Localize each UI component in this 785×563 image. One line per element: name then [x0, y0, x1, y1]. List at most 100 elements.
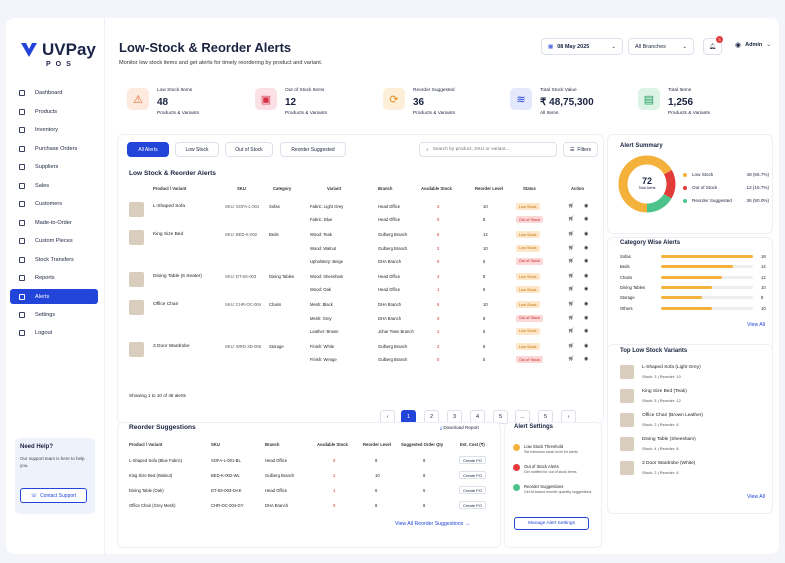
- eye-icon[interactable]: ◉: [584, 203, 589, 209]
- kpi-sub: All Items: [540, 111, 559, 116]
- variant-cell: Wood: Oak: [310, 287, 331, 293]
- eye-icon[interactable]: ◉: [584, 216, 589, 222]
- cart-icon[interactable]: 🛒︎: [568, 245, 574, 251]
- reorder-product: L-Shaped Sofa (Blue Fabric): [129, 458, 183, 463]
- sidebar-item-made-to-order[interactable]: Made-to-Order: [10, 215, 98, 229]
- eye-icon[interactable]: ◉: [584, 273, 589, 279]
- sidebar-item-logout[interactable]: Logout: [10, 326, 98, 340]
- kpi-label: Reorder Suggested: [413, 88, 455, 93]
- view-all-reorder-link[interactable]: View All Reorder Suggestions →: [395, 521, 470, 527]
- tab-reorder-suggested[interactable]: Reorder Suggested: [280, 142, 346, 157]
- eye-icon[interactable]: ◉: [584, 231, 589, 237]
- stock-cell: 2: [437, 245, 440, 251]
- create-po-button[interactable]: Create PO: [459, 501, 486, 509]
- variant-cell: Fabric: Light Grey: [310, 204, 344, 209]
- contact-support-button[interactable]: ☏ Contact Support: [20, 488, 87, 503]
- eye-icon[interactable]: ◉: [584, 245, 589, 251]
- sidebar-item-sales[interactable]: Sales: [10, 178, 98, 192]
- download-report-button[interactable]: ⤓ Download Report: [440, 425, 479, 430]
- tab-out-of-stock[interactable]: Out of Stock: [225, 142, 273, 157]
- eye-icon[interactable]: ◉: [584, 286, 589, 292]
- cart-icon[interactable]: 🛒︎: [568, 203, 574, 209]
- product-sku: SKU: BED-K-002: [225, 232, 258, 238]
- tab-low-stock[interactable]: Low Stock: [175, 142, 219, 157]
- setting-title: Low Stock Threshold: [524, 444, 564, 449]
- cart-icon[interactable]: 🛒︎: [568, 231, 574, 237]
- branch-select[interactable]: All Branches ⌄: [628, 38, 694, 55]
- donut-center: 72 Total Alerts: [635, 176, 659, 190]
- branch-cell: Johar Town Branch: [378, 328, 414, 334]
- kpi-card: ▤ Total Items 1,256 Products & Variants: [630, 80, 750, 128]
- table-row: [305, 344, 595, 357]
- stock-cell: 1: [437, 287, 440, 293]
- reorder-stock: 1: [333, 488, 336, 493]
- pagination-info: Showing 1 to 10 of 48 alerts: [129, 393, 186, 398]
- eye-icon[interactable]: ◉: [584, 328, 589, 334]
- create-po-button[interactable]: Create PO: [459, 471, 486, 479]
- filters-button[interactable]: ☰ Filters: [563, 142, 598, 157]
- home-icon: [19, 90, 25, 97]
- eye-icon[interactable]: ◉: [584, 343, 589, 349]
- sidebar-item-settings[interactable]: Settings: [10, 308, 98, 322]
- filter-icon: ☰: [569, 146, 575, 153]
- sidebar-item-purchase-orders[interactable]: Purchase Orders: [10, 141, 98, 155]
- cart-icon[interactable]: 🛒︎: [568, 286, 574, 292]
- category-value: 18: [761, 254, 766, 259]
- cart-icon[interactable]: 🛒︎: [568, 216, 574, 222]
- reorder-product: Office Chair (Grey Mesh): [129, 503, 176, 508]
- help-text: Our support team is here to help you.: [20, 456, 85, 468]
- user-menu[interactable]: ◉ Admin ⌄: [735, 41, 771, 49]
- create-po-button[interactable]: Create PO: [459, 456, 486, 464]
- sidebar-item-products[interactable]: Products: [10, 104, 98, 118]
- sidebar-item-suppliers[interactable]: Suppliers: [10, 160, 98, 174]
- search-input[interactable]: ⌕ Search by product, SKU or variant...: [419, 142, 557, 157]
- sidebar-item-label: Purchase Orders: [35, 145, 78, 152]
- cart-icon[interactable]: 🛒︎: [568, 328, 574, 334]
- sidebar-item-reports[interactable]: Reports: [10, 271, 98, 285]
- eye-icon[interactable]: ◉: [584, 258, 589, 264]
- cart-icon[interactable]: 🛒︎: [568, 343, 574, 349]
- table-header: Status: [523, 186, 536, 191]
- cart-icon[interactable]: 🛒︎: [568, 301, 574, 307]
- create-po-button[interactable]: Create PO: [459, 486, 486, 494]
- reorder-qty: 8: [423, 473, 426, 478]
- kpi-sub: Products & Variants: [157, 111, 200, 116]
- category-view-all-link[interactable]: View All: [747, 322, 765, 328]
- cart-icon[interactable]: 🛒︎: [568, 315, 574, 321]
- reorder-qty: 5: [423, 488, 426, 493]
- status-badge: Low Stock: [516, 327, 540, 335]
- table-row: [305, 357, 595, 370]
- date-picker[interactable]: ▦ 08 May 2025 ⌄: [541, 38, 623, 55]
- tab-all-alerts[interactable]: All Alerts: [127, 142, 169, 157]
- category-label: Beds: [620, 264, 630, 270]
- product-name: Office Chair: [153, 302, 179, 308]
- cart-icon[interactable]: 🛒︎: [568, 356, 574, 362]
- manage-alert-settings-button[interactable]: Manage Alert Settings: [514, 517, 589, 530]
- sidebar-item-stock-transfers[interactable]: Stock Transfers: [10, 252, 98, 266]
- stock-cell: 4: [437, 274, 440, 279]
- eye-icon[interactable]: ◉: [584, 315, 589, 321]
- eye-icon[interactable]: ◉: [584, 356, 589, 362]
- table-row: [305, 287, 595, 300]
- sidebar-item-customers[interactable]: Customers: [10, 197, 98, 211]
- sidebar-item-label: Inventory: [35, 127, 59, 134]
- user-name: Admin: [745, 42, 763, 48]
- sidebar-item-alerts[interactable]: Alerts: [10, 289, 98, 304]
- cart-icon[interactable]: 🛒︎: [568, 258, 574, 264]
- level-cell: 5: [483, 357, 486, 363]
- calendar-icon: ▦: [548, 43, 554, 50]
- sidebar-item-custom-pieces[interactable]: Custom Pieces: [10, 234, 98, 248]
- eye-icon[interactable]: ◉: [584, 301, 589, 307]
- status-badge: Low Stock: [516, 301, 540, 309]
- sidebar-item-label: Customers: [35, 201, 63, 208]
- reorder-title: Reorder Suggestions: [129, 424, 196, 431]
- sidebar-item-dashboard[interactable]: Dashboard: [10, 86, 98, 100]
- product-name: L-Shaped Sofa: [153, 204, 186, 209]
- variants-view-all-link[interactable]: View All: [747, 494, 765, 500]
- cart-icon[interactable]: 🛒︎: [568, 273, 574, 279]
- sidebar-item-inventory[interactable]: Inventory: [10, 123, 98, 137]
- legend-dot: [683, 172, 687, 177]
- reorder-level: 8: [375, 458, 378, 463]
- table-row: [305, 217, 595, 230]
- category-bar: [661, 285, 753, 289]
